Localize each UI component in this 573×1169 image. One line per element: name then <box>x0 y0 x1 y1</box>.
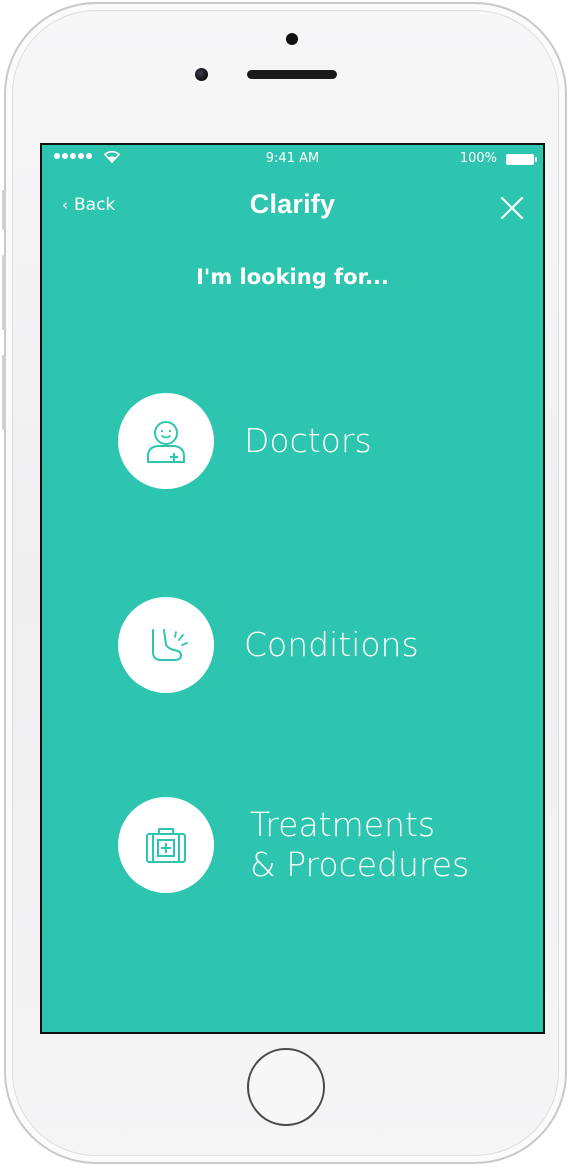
close-icon[interactable] <box>497 193 527 223</box>
app-screen: 9:41 AM 100% ‹ Back Clarify I'm looking … <box>40 143 545 1034</box>
status-bar: 9:41 AM 100% <box>42 145 543 181</box>
option-icon-circle <box>118 597 214 693</box>
battery-icon <box>506 154 537 165</box>
medical-kit-icon <box>146 828 186 863</box>
option-treatments-procedures[interactable]: Treatments & Procedures <box>118 797 469 893</box>
foot-icon <box>152 629 188 661</box>
option-label: Treatments & Procedures <box>250 805 470 884</box>
doctor-icon <box>147 421 185 463</box>
volume-down-button <box>2 355 6 430</box>
navigation-bar: ‹ Back Clarify <box>42 181 543 237</box>
proximity-sensor <box>286 33 298 45</box>
app-title: Clarify <box>249 189 336 219</box>
option-doctors[interactable]: Doctors <box>118 393 372 489</box>
option-icon-circle <box>118 393 214 489</box>
earpiece-speaker <box>247 70 337 79</box>
page-prompt: I'm looking for... <box>196 265 389 289</box>
home-button[interactable] <box>247 1048 325 1126</box>
mute-switch <box>2 190 6 230</box>
option-icon-circle <box>118 797 214 893</box>
volume-up-button <box>2 255 6 330</box>
front-camera <box>195 68 208 81</box>
battery-percent: 100% <box>459 151 497 166</box>
option-label: Doctors <box>244 421 372 460</box>
option-conditions[interactable]: Conditions <box>118 597 419 693</box>
option-label: Conditions <box>244 625 419 664</box>
